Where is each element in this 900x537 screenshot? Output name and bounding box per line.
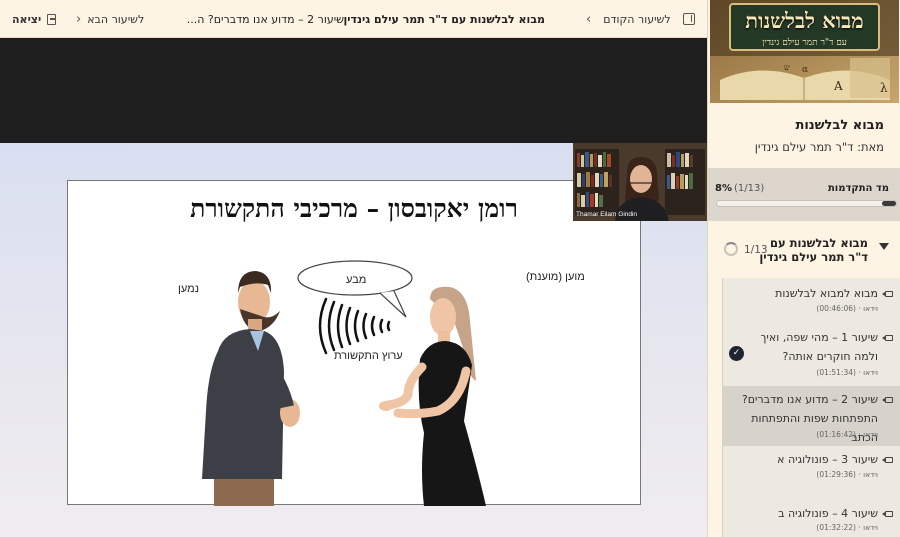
svg-text:A: A	[833, 79, 843, 93]
message-label: מבע	[346, 274, 367, 286]
next-lesson-label: לשיעור הבא	[87, 12, 145, 26]
video-camera-icon	[882, 335, 893, 341]
lesson-meta: וידאו · (01:16:42)	[816, 430, 878, 439]
lesson-title: מבוא למבוא לבלשנות	[775, 287, 878, 300]
progress-label: מד התקדמות	[827, 183, 889, 194]
lesson-type: וידאו	[863, 523, 878, 532]
video-player[interactable]: רומן יאקובסון – מרכיבי התקשורת מוען (מוע…	[0, 38, 707, 537]
svg-text:α: α	[802, 65, 808, 75]
lesson-duration: (00:46:06)	[816, 304, 856, 313]
completed-check-icon: ✓	[729, 346, 744, 361]
lesson-type: וידאו	[863, 470, 878, 479]
banner-subtitle: עם ד"ר תמר עילם גינדין	[762, 38, 847, 48]
communication-illustration	[202, 260, 486, 506]
lesson-duration: (01:16:42)	[816, 430, 856, 439]
caret-down-icon	[879, 243, 889, 250]
top-bar: ‹ לשיעור הקודם מבוא לבלשנות עם ד"ר תמר ע…	[0, 0, 707, 38]
lesson-item[interactable]: מבוא למבוא לבלשנות וידאו · (00:46:06)	[723, 278, 900, 324]
lesson-title: שיעור 3 – פונולוגיה א	[777, 453, 878, 466]
lesson-list: מבוא למבוא לבלשנות וידאו · (00:46:06) שיעו…	[722, 278, 900, 537]
exit-icon	[47, 13, 56, 25]
course-title: מבוא לבלשנות עם ד"ר תמר עילם גינדין	[343, 12, 545, 26]
channel-label: ערוץ התקשורת	[334, 350, 403, 362]
course-author: מאת: ד"ר תמר עילם גינדין	[754, 140, 884, 154]
banner-title: מבוא לבלשנות	[745, 8, 864, 33]
webcam-video-feed	[573, 143, 707, 221]
sidebar-toggle-button[interactable]	[683, 0, 697, 38]
lesson-duration: (01:29:36)	[816, 470, 856, 479]
course-banner: A λ α ש מבוא לבלשנות עם ד"ר תמר עילם גינ…	[710, 0, 899, 103]
lesson-item[interactable]: שיעור 4 – פונולוגיה ב וידאו · (01:32:22)	[723, 490, 900, 537]
exit-label: יציאה	[12, 12, 42, 26]
chevron-right-icon: ›	[76, 11, 82, 27]
lesson-item[interactable]: שיעור 3 – פונולוגיה א וידאו · (01:29:36)	[723, 446, 900, 490]
lesson-item[interactable]: שיעור 1 – מהי שפה, ואיך ולמה חוקרים אותה…	[723, 324, 900, 386]
course-name: מבוא לבלשנות	[795, 118, 884, 133]
video-camera-icon	[882, 511, 893, 517]
lesson-meta: וידאו · (01:51:34)	[816, 368, 878, 377]
progress-percent: 8%	[715, 183, 732, 194]
lesson-meta: וידאו · (01:32:22)	[816, 523, 878, 532]
lesson-title-bar: מבוא לבלשנות עם ד"ר תמר עילם גינדין - שי…	[165, 0, 545, 38]
lesson-meta: וידאו · (01:29:36)	[816, 470, 878, 479]
svg-text:ש: ש	[784, 63, 790, 72]
progress-bar-fill	[881, 201, 896, 206]
lecturer-webcam: Thamar Eilam Gindin	[573, 143, 707, 221]
course-sidebar: A λ α ש מבוא לבלשנות עם ד"ר תמר עילם גינ…	[707, 0, 900, 537]
section-header[interactable]: מבוא לבלשנות עם ד"ר תמר עילם גינדין 1/13	[708, 236, 900, 268]
video-camera-icon	[882, 397, 893, 403]
prev-lesson-button[interactable]: ‹ לשיעור הקודם	[586, 0, 682, 38]
next-lesson-button[interactable]: › לשיעור הבא	[76, 0, 146, 38]
progress-ring-icon	[724, 242, 738, 256]
sender-label: מוען (מוענת)	[526, 271, 585, 283]
lesson-type: וידאו	[863, 304, 878, 313]
video-camera-icon	[882, 291, 893, 297]
progress-bar	[716, 200, 897, 207]
webcam-name-tag: Thamar Eilam Gindin	[576, 211, 638, 218]
progress-count: (1/13)	[734, 183, 765, 194]
lesson-duration: (01:51:34)	[816, 368, 856, 377]
chevron-left-icon: ‹	[586, 11, 592, 27]
svg-text:λ: λ	[880, 81, 888, 95]
section-count: 1/13	[744, 244, 768, 256]
exit-button[interactable]: יציאה	[12, 0, 56, 38]
receiver-label: נמען	[178, 283, 199, 295]
prev-lesson-label: לשיעור הקודם	[603, 12, 671, 26]
progress-panel: מד התקדמות (1/13) 8%	[708, 168, 900, 221]
section-title: מבוא לבלשנות עם ד"ר תמר עילם גינדין	[759, 236, 868, 264]
lesson-title: שיעור 1 – מהי שפה, ואיך ולמה חוקרים אותה…	[760, 331, 878, 363]
lesson-title: שיעור 4 – פונולוגיה ב	[778, 507, 878, 520]
lesson-item[interactable]: שיעור 2 – מדוע אנו מדברים? התפתחות שפות …	[723, 386, 900, 446]
video-camera-icon	[882, 457, 893, 463]
lesson-title: שיעור 2 – מדוע אנו מדברים? ה...	[186, 12, 344, 26]
lesson-type: וידאו	[863, 368, 878, 377]
video-letterbox	[0, 38, 707, 143]
lecture-slide: רומן יאקובסון – מרכיבי התקשורת מוען (מוע…	[67, 180, 641, 506]
sidebar-toggle-icon	[683, 13, 695, 25]
lesson-duration: (01:32:22)	[816, 523, 856, 532]
lesson-meta: וידאו · (00:46:06)	[816, 304, 878, 313]
lesson-type: וידאו	[863, 430, 878, 439]
